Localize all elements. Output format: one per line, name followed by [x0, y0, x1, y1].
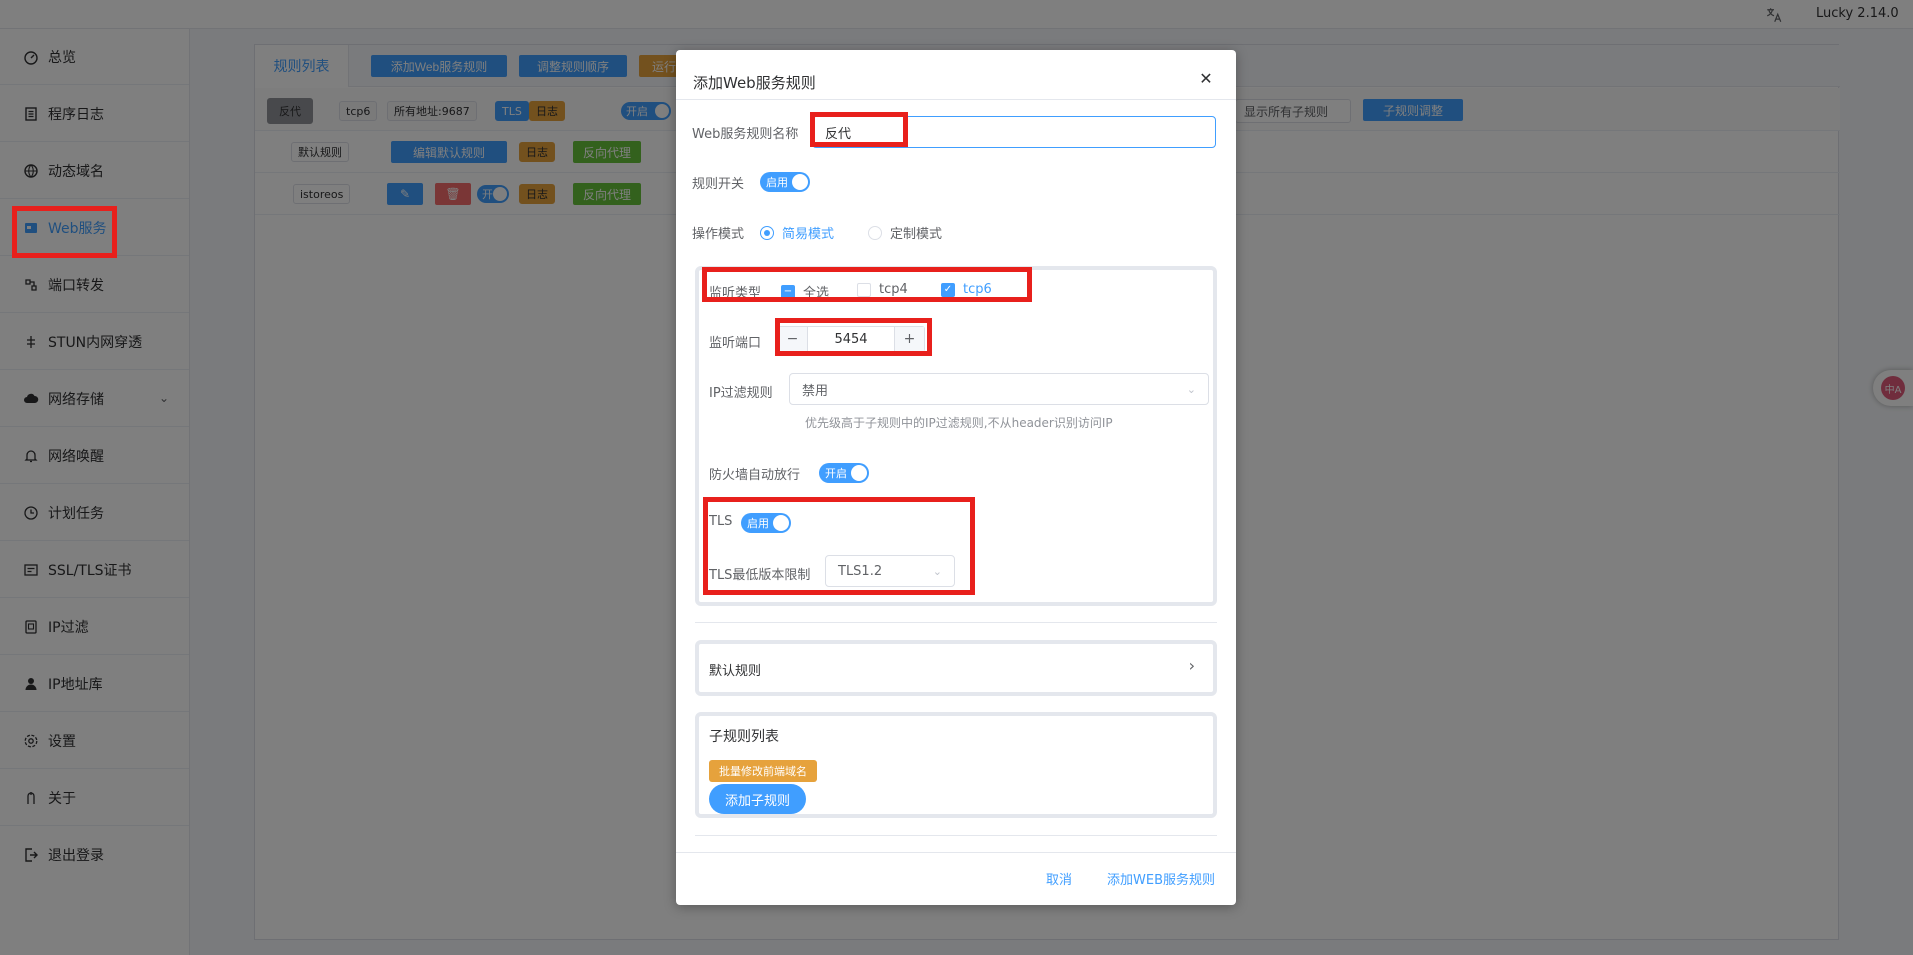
close-icon[interactable]: ✕: [1196, 68, 1216, 88]
rule-name-label: Web服务规则名称: [692, 127, 799, 142]
listen-type-label: 监听类型: [709, 286, 762, 301]
chevron-right-icon: ›: [1188, 656, 1195, 675]
tls-label: TLS: [709, 514, 733, 529]
sub-rules-title: 子规则列表: [709, 729, 779, 745]
rule-enable-switch[interactable]: 启用: [760, 172, 810, 192]
firewall-label: 防火墙自动放行: [709, 468, 801, 483]
cancel-button[interactable]: 取消: [1046, 869, 1072, 888]
add-web-rule-dialog: 添加Web服务规则 ✕ Web服务规则名称 规则开关 启用 操作模式 简易模式 …: [676, 50, 1236, 905]
mode-label: 操作模式: [692, 227, 745, 242]
mode-custom-label: 定制模式: [890, 227, 943, 242]
listen-all-checkbox[interactable]: − 全选: [781, 282, 829, 301]
ip-filter-value: 禁用: [802, 383, 829, 399]
listen-port-value[interactable]: 5454: [808, 327, 894, 351]
listen-all-label: 全选: [803, 286, 830, 301]
add-sub-rule-button[interactable]: 添加子规则: [709, 784, 807, 814]
dialog-title: 添加Web服务规则: [693, 74, 816, 92]
ip-filter-label: IP过滤规则: [709, 386, 773, 401]
rule-switch-label: 规则开关: [692, 177, 745, 192]
divider: [676, 99, 1236, 100]
submit-add-rule-button[interactable]: 添加WEB服务规则: [1107, 869, 1215, 888]
tls-min-version-label: TLS最低版本限制: [709, 568, 811, 583]
rule-name-input[interactable]: [812, 116, 1216, 148]
tcp6-label: tcp6: [963, 282, 992, 297]
decrement-icon[interactable]: −: [778, 327, 808, 351]
divider: [676, 852, 1236, 853]
default-rule-card[interactable]: 默认规则 ›: [695, 640, 1217, 696]
listen-port-label: 监听端口: [709, 336, 762, 351]
tcp4-label: tcp4: [879, 282, 908, 297]
listen-port-stepper[interactable]: − 5454 +: [777, 326, 925, 352]
mode-simple-label: 简易模式: [782, 227, 835, 242]
ip-filter-select[interactable]: 禁用 ⌄: [789, 373, 1209, 405]
default-rule-label: 默认规则: [709, 664, 762, 679]
tcp6-checkbox[interactable]: ✓ tcp6: [941, 282, 992, 297]
chevron-down-icon: ⌄: [932, 565, 942, 578]
listen-settings-card: 监听类型 − 全选 tcp4 ✓ tcp6 监听端口 − 5454 + IP过滤规则…: [695, 266, 1217, 606]
ip-filter-hint: 优先级高于子规则中的IP过滤规则,不从header识别访问IP: [805, 416, 1113, 430]
mode-simple-radio[interactable]: 简易模式: [760, 223, 834, 242]
chevron-down-icon: ⌄: [1186, 383, 1196, 396]
increment-icon[interactable]: +: [894, 327, 924, 351]
batch-edit-domain-button[interactable]: 批量修改前端域名: [709, 760, 817, 782]
divider: [695, 622, 1217, 623]
firewall-switch[interactable]: 开启: [819, 463, 869, 483]
tls-switch[interactable]: 启用: [741, 513, 791, 533]
divider: [695, 835, 1217, 836]
tls-min-version-select[interactable]: TLS1.2 ⌄: [825, 555, 955, 587]
tls-min-version-value: TLS1.2: [838, 563, 883, 579]
sub-rules-card: 子规则列表 批量修改前端域名 添加子规则: [695, 712, 1217, 818]
mode-custom-radio[interactable]: 定制模式: [868, 223, 942, 242]
tcp4-checkbox[interactable]: tcp4: [857, 282, 908, 297]
